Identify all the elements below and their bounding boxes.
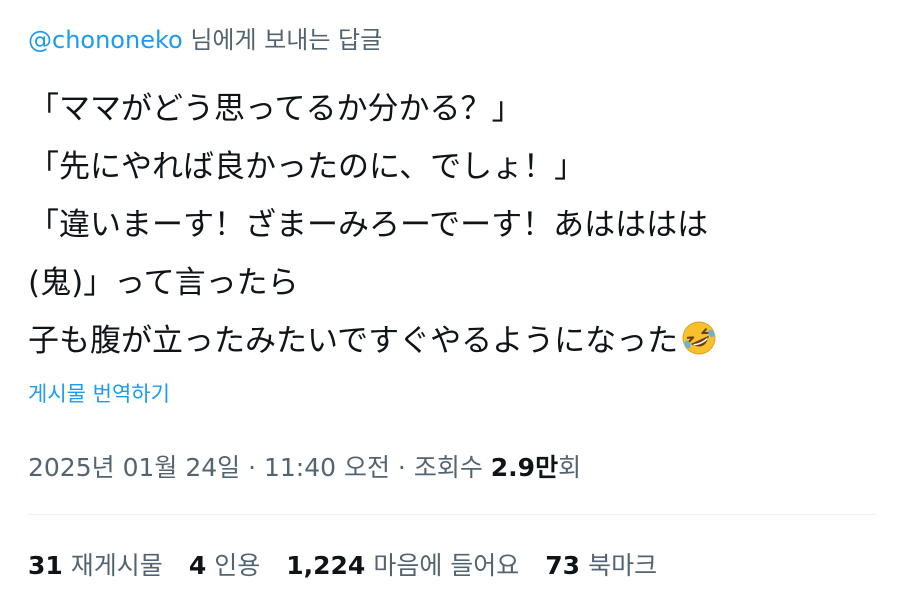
views-label: 조회수 <box>413 453 491 482</box>
tweet-line-last: 子も腹が立ったみたいですぐやるようになった <box>28 312 878 370</box>
quotes-label: 인용 <box>214 551 261 580</box>
tweet-line: 「違いまーす！ざまーみろーでーす！あはははは <box>28 207 709 243</box>
rolling-on-the-floor-laughing-icon <box>680 318 718 356</box>
views-count: 2.9만 <box>490 453 559 482</box>
tweet-text: 「ママがどう思ってるか分かる？」 「先にやれば良かったのに、でしょ！」 「違いま… <box>28 80 878 370</box>
reply-context: @chononeko 님에게 보내는 답글 <box>28 20 382 55</box>
reply-handle-link[interactable]: @chononeko <box>28 26 183 54</box>
quotes-stat[interactable]: 4 인용 <box>189 546 260 582</box>
reposts-label: 재게시물 <box>70 551 163 580</box>
reply-context-label: 님에게 보내는 답글 <box>182 26 383 54</box>
bookmarks-stat[interactable]: 73 북마크 <box>545 546 657 582</box>
tweet-line: (鬼)」って言ったら <box>28 265 299 301</box>
post-date[interactable]: 2025년 01월 24일 <box>28 453 240 482</box>
reposts-count: 31 <box>28 551 63 580</box>
translate-post-link[interactable]: 게시물 번역하기 <box>28 378 170 408</box>
engagement-stats: 31 재게시물 4 인용 1,224 마음에 들어요 73 북마크 <box>28 546 657 582</box>
likes-count: 1,224 <box>286 551 366 580</box>
views-suffix: 회 <box>558 453 582 482</box>
tweet-line-text: 子も腹が立ったみたいですぐやるようになった <box>28 323 679 359</box>
quotes-count: 4 <box>188 551 207 580</box>
bookmarks-label: 북마크 <box>588 551 658 580</box>
bookmarks-count: 73 <box>545 551 581 580</box>
reposts-stat[interactable]: 31 재게시물 <box>28 546 163 582</box>
likes-stat[interactable]: 1,224 마음에 들어요 <box>286 546 519 582</box>
divider <box>28 514 876 515</box>
likes-label: 마음에 들어요 <box>373 551 520 580</box>
tweet-line: 「先にやれば良かったのに、でしょ！」 <box>28 149 586 185</box>
meta-separator: · <box>389 453 414 482</box>
post-metadata: 2025년 01월 24일 · 11:40 오전 · 조회수 2.9만회 <box>28 448 581 484</box>
tweet-line: 「ママがどう思ってるか分かる？」 <box>28 91 523 127</box>
meta-separator: · <box>240 453 264 482</box>
post-time[interactable]: 11:40 오전 <box>264 453 390 482</box>
